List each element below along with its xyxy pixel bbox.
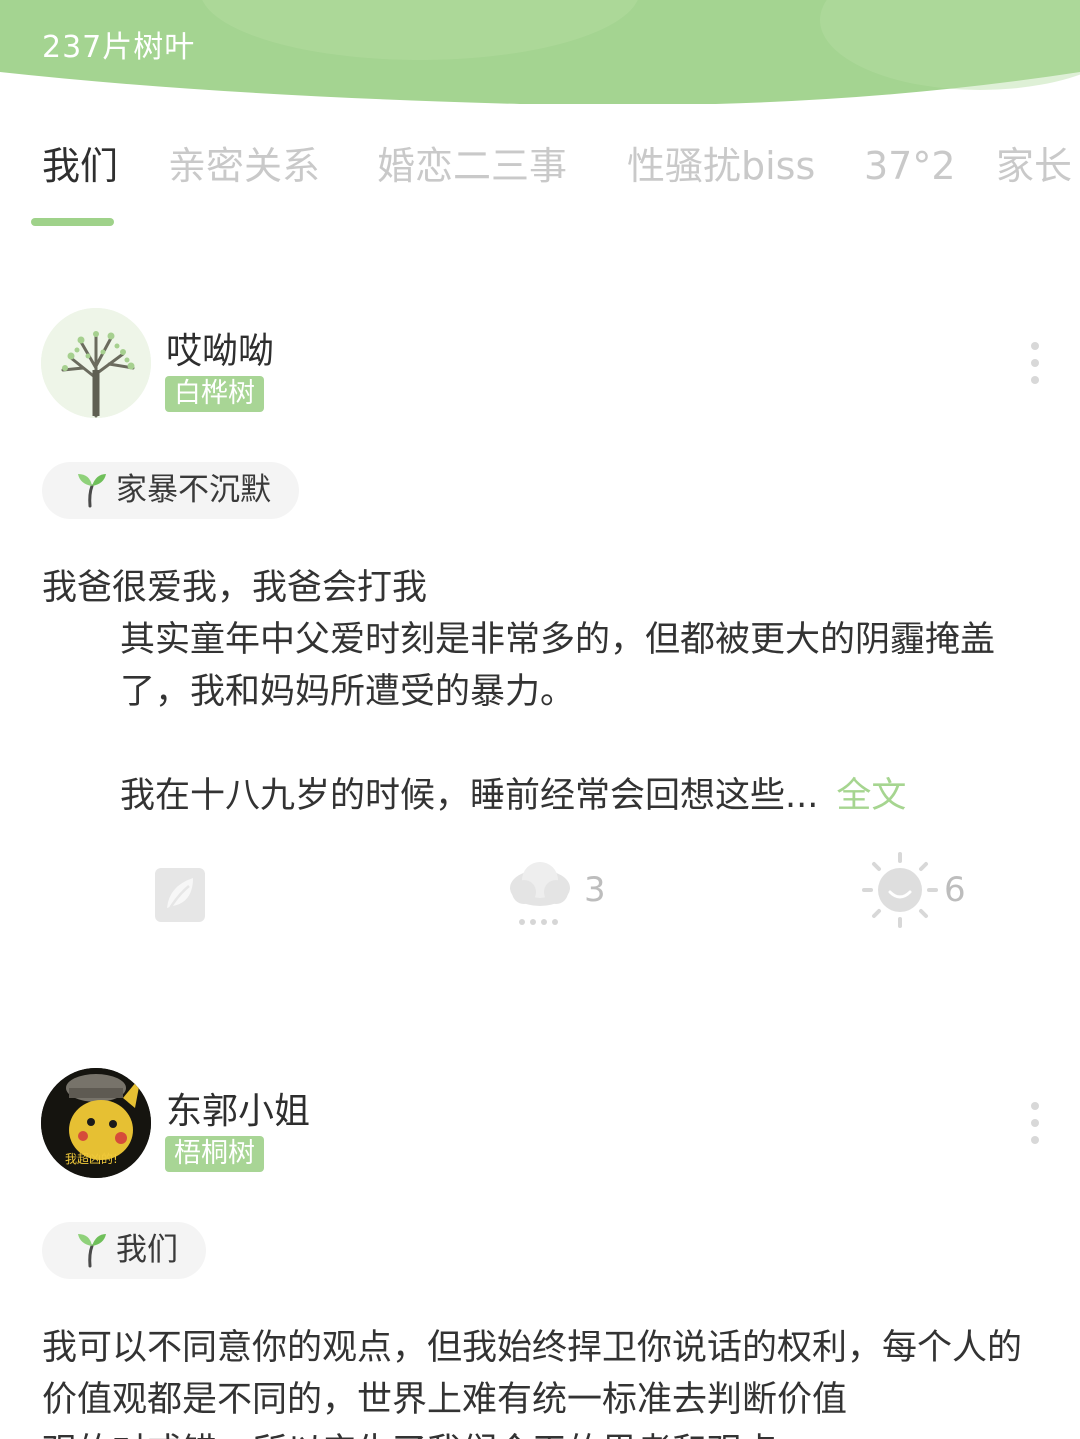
post-line: 我可以不同意你的观点，但我始终捍卫你说话的权利，每个人的价值观都是不同的，世界上… — [42, 1328, 1023, 1420]
more-options-icon[interactable] — [1024, 342, 1046, 390]
full-text-link[interactable]: 全文 — [836, 776, 906, 816]
post-line: 观的对或错，所以产生了我们今天的思考和观点 — [42, 1426, 1042, 1439]
active-tab-indicator — [31, 218, 114, 226]
username[interactable]: 东郭小姐 — [166, 1082, 310, 1134]
post-line-text: 我在十八九岁的时候，睡前经常会回想这些... — [120, 776, 819, 816]
sprout-icon — [78, 473, 106, 507]
rain-count: 3 — [584, 870, 606, 910]
leaf-card-icon[interactable] — [153, 864, 207, 924]
top-banner: 237片树叶 — [0, 0, 1080, 104]
topic-chip-label: 家暴不沉默 — [116, 472, 271, 508]
avatar-caption: 我超凶的! — [65, 1152, 118, 1166]
username[interactable]: 哎呦呦 — [166, 322, 274, 374]
topic-chip[interactable]: 我们 — [42, 1222, 206, 1279]
leaf-count: 237片树叶 — [42, 30, 196, 65]
tab-harassment[interactable]: 性骚扰biss — [627, 138, 815, 194]
post-line: 其实童年中父爱时刻是非常多的，但都被更大的阴霾掩盖了，我和妈妈所遭受的暴力。 — [120, 620, 996, 712]
rain-cloud-icon[interactable] — [508, 858, 572, 930]
topic-tabs: 我们 亲密关系 婚恋二三事 性骚扰biss 37°2 家长 — [0, 138, 1080, 198]
post-line: 我在十八九岁的时候，睡前经常会回想这些... 全文 — [42, 770, 1042, 822]
tab-intimate-relations[interactable]: 亲密关系 — [168, 138, 320, 194]
sun-icon[interactable] — [862, 852, 938, 928]
tree-icon — [41, 308, 151, 418]
post-actions: 3 6 — [0, 852, 1080, 932]
tab-parents[interactable]: 家长 — [996, 138, 1072, 194]
pikachu-avatar[interactable]: 我超凶的! — [41, 1068, 151, 1178]
tab-37-2[interactable]: 37°2 — [864, 138, 956, 194]
tree-avatar[interactable] — [41, 308, 151, 418]
tab-marriage[interactable]: 婚恋二三事 — [377, 138, 567, 194]
post-body[interactable]: 我可以不同意你的观点，但我始终捍卫你说话的权利，每个人的价值观都是不同的，世界上… — [42, 1322, 1042, 1439]
post-body[interactable]: 我爸很爱我，我爸会打我 其实童年中父爱时刻是非常多的，但都被更大的阴霾掩盖了，我… — [42, 562, 1042, 822]
topic-chip-label: 我们 — [116, 1232, 178, 1268]
tab-women[interactable]: 我们 — [42, 138, 118, 194]
tree-badge: 白桦树 — [165, 376, 264, 412]
more-options-icon[interactable] — [1024, 1102, 1046, 1150]
sun-count: 6 — [944, 870, 966, 910]
tree-badge: 梧桐树 — [165, 1136, 264, 1172]
sprout-icon — [78, 1233, 106, 1267]
post-line: 我爸很爱我，我爸会打我 — [42, 568, 428, 608]
topic-chip[interactable]: 家暴不沉默 — [42, 462, 299, 519]
